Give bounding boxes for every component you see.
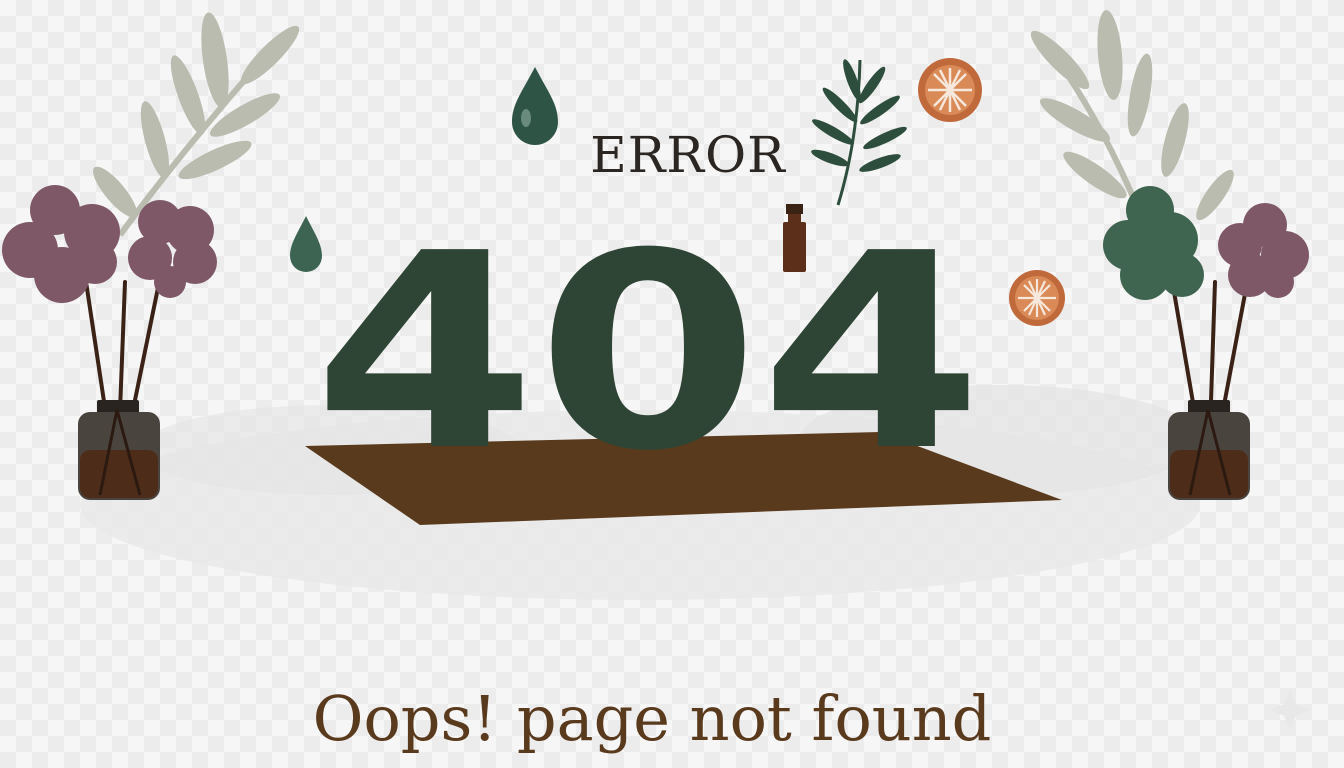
reed-diffuser-icon (78, 400, 160, 500)
reed-diffuser-icon (1168, 400, 1250, 500)
water-drop-icon (512, 67, 558, 145)
sparkle-icon (1270, 690, 1310, 730)
green-flower-icon (1103, 186, 1204, 300)
error-404-illustration: ERROR 404 Oops! page not found (2, 10, 1310, 755)
mauve-flower-icon (1218, 203, 1309, 298)
fern-leaf-icon (811, 59, 907, 206)
not-found-message: Oops! page not found (313, 682, 992, 755)
citrus-slice-icon (1009, 270, 1065, 326)
citrus-slice-icon (918, 58, 982, 122)
mauve-flower-icon (2, 185, 217, 303)
error-eyebrow: ERROR (590, 126, 786, 184)
error-code: 404 (313, 195, 983, 510)
olive-branch-icon (93, 12, 300, 237)
